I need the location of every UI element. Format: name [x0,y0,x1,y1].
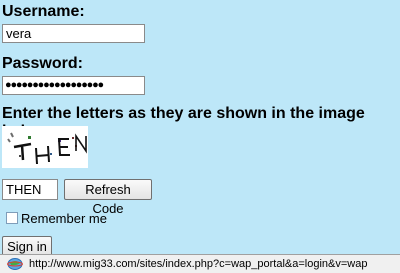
remember-me-label: Remember me [21,211,107,226]
username-input[interactable]: vera [2,24,145,43]
status-bar: http://www.mig33.com/sites/index.php?c=w… [0,254,400,273]
captcha-code-input[interactable]: THEN [2,179,58,200]
refresh-code-button[interactable]: Refresh Code [64,179,152,216]
captcha-image [2,126,88,168]
web-page-icon [6,257,23,272]
remember-me-checkbox[interactable] [6,212,18,224]
password-label: Password: [2,55,83,72]
status-url: http://www.mig33.com/sites/index.php?c=w… [29,258,368,270]
username-label: Username: [2,3,85,20]
password-input[interactable]: ●●●●●●●●●●●●●●●●●● [2,76,145,95]
sign-in-button[interactable]: Sign in [2,236,52,256]
